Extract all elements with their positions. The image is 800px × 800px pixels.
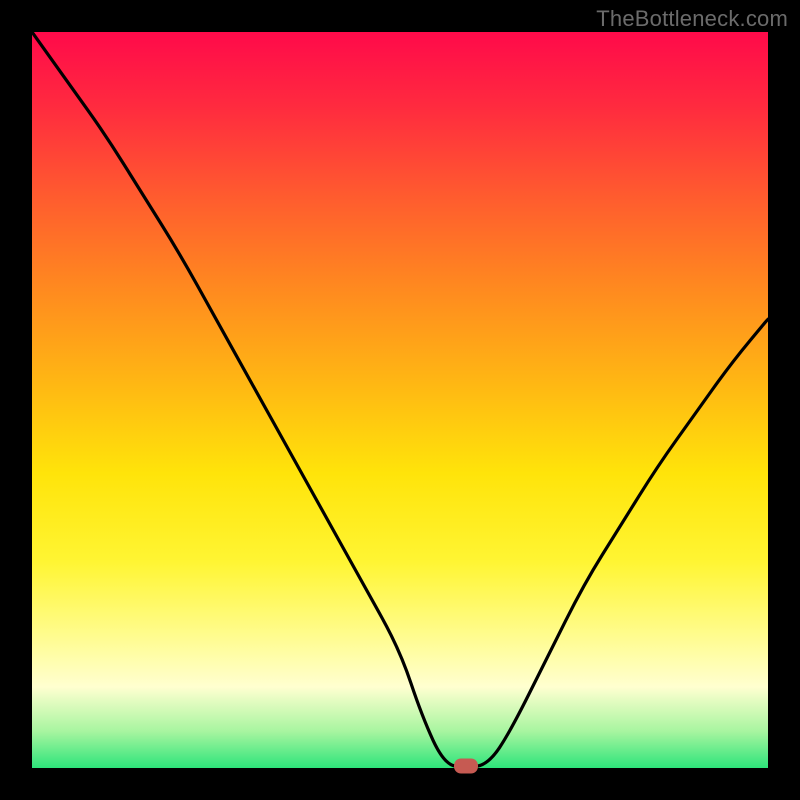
bottleneck-curve bbox=[32, 32, 768, 768]
minimum-marker bbox=[454, 759, 478, 774]
plot-area bbox=[32, 32, 768, 768]
chart-frame: TheBottleneck.com bbox=[0, 0, 800, 800]
attribution-text: TheBottleneck.com bbox=[596, 6, 788, 32]
curve-path bbox=[32, 32, 768, 767]
